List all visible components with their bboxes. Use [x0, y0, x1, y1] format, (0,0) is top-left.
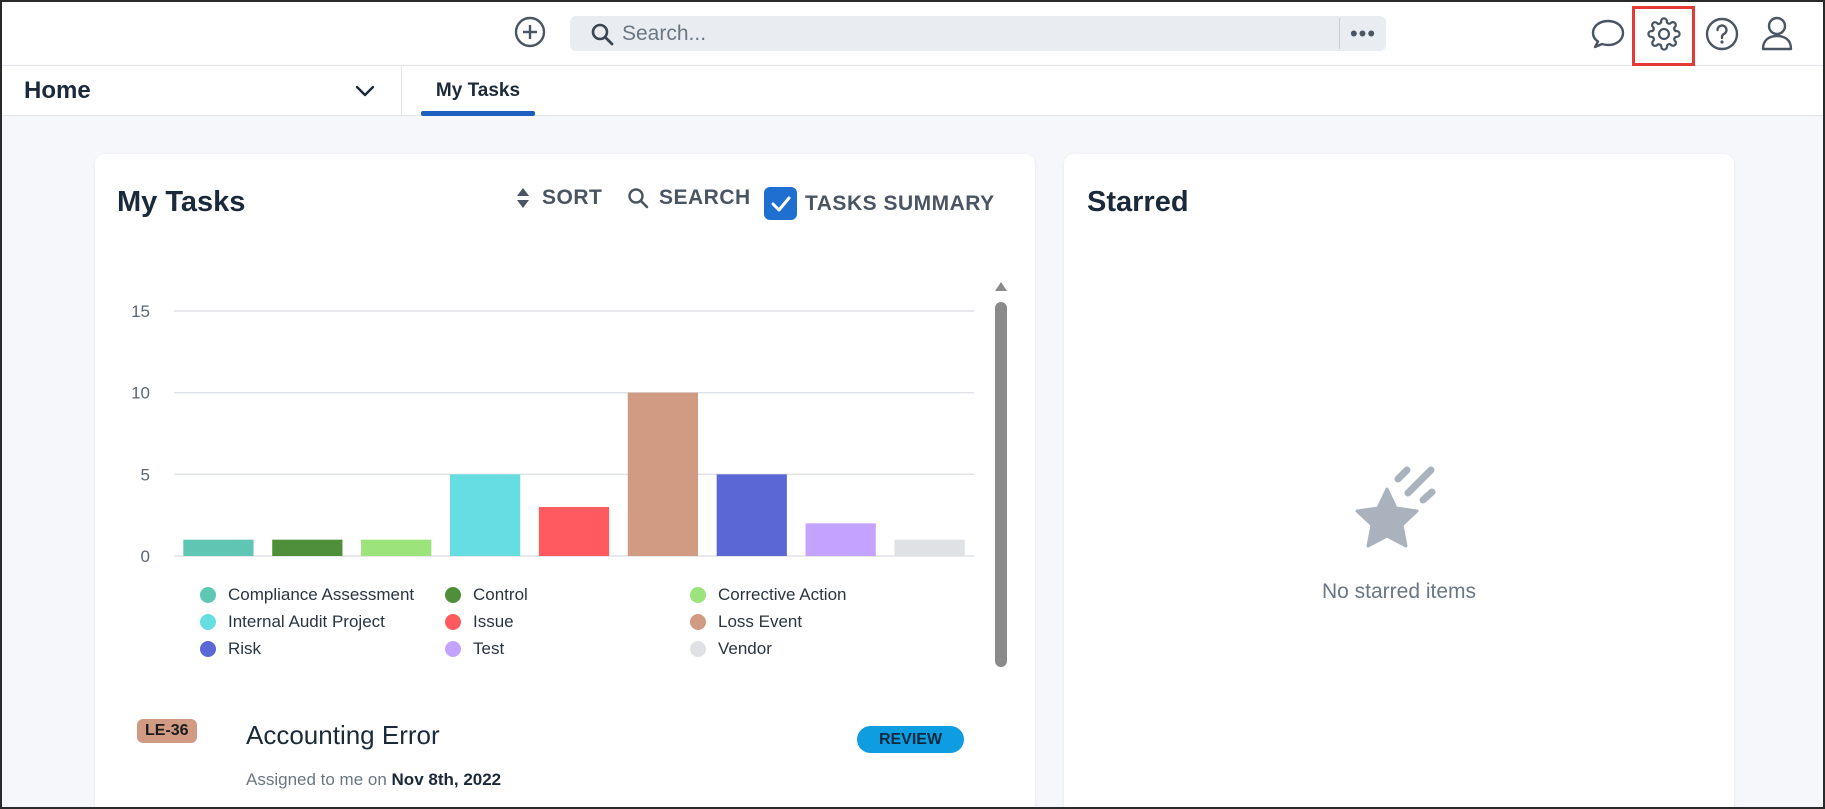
legend-item-risk[interactable]: Risk [200, 639, 261, 659]
search-label: SEARCH [659, 186, 751, 209]
legend-dot [690, 614, 706, 630]
legend-dot [690, 641, 706, 657]
user-avatar-icon[interactable] [1757, 13, 1797, 53]
legend-item-compliance-assessment[interactable]: Compliance Assessment [200, 585, 414, 605]
legend-label: Compliance Assessment [228, 585, 415, 604]
chevron-down-icon [354, 80, 376, 107]
legend-item-corrective-action[interactable]: Corrective Action [690, 585, 847, 605]
workspace-dropdown-label: Home [24, 77, 91, 104]
sort-label: SORT [542, 186, 603, 209]
top-bar: ••• [0, 0, 1825, 66]
shooting-star-icon [1350, 465, 1450, 565]
legend-dot [690, 587, 706, 603]
search-icon [590, 22, 614, 46]
legend-label: Loss Event [718, 612, 803, 631]
starred-title: Starred [1087, 186, 1189, 218]
chat-icon[interactable] [1588, 14, 1628, 54]
task-title[interactable]: Accounting Error [246, 720, 440, 751]
help-icon[interactable] [1702, 14, 1742, 54]
global-search: ••• [570, 16, 1386, 51]
legend-label: Corrective Action [718, 585, 847, 604]
task-id-badge: LE-36 [137, 719, 197, 743]
bar-issue[interactable] [538, 507, 610, 556]
sort-icon [516, 187, 530, 209]
legend-label: Internal Audit Project [228, 612, 385, 631]
bar-internal-audit-project[interactable] [450, 474, 521, 556]
bar-corrective-action[interactable] [361, 539, 432, 556]
legend-item-vendor[interactable]: Vendor [690, 639, 772, 659]
legend-label: Control [473, 585, 528, 604]
scrollbar-thumb[interactable] [995, 302, 1007, 667]
y-tick-label: 0 [141, 547, 150, 566]
bar-compliance-assessment[interactable] [183, 539, 254, 556]
legend-label: Test [473, 639, 505, 658]
assigned-prefix: Assigned to me on [246, 770, 392, 789]
legend-item-issue[interactable]: Issue [445, 612, 514, 632]
search-icon [627, 187, 649, 209]
y-tick-label: 5 [141, 465, 150, 484]
nav-bar: Home My Tasks [0, 66, 1825, 116]
task-search-button[interactable]: SEARCH [627, 186, 751, 210]
legend-item-test[interactable]: Test [445, 639, 504, 659]
legend-dot [445, 614, 461, 630]
scroll-up-arrow[interactable] [995, 282, 1007, 291]
my-tasks-title: My Tasks [117, 186, 246, 218]
tasks-summary-toggle[interactable]: TASKS SUMMARY [764, 187, 995, 220]
legend-dot [445, 587, 461, 603]
tasks-summary-label: TASKS SUMMARY [805, 191, 995, 215]
bar-loss-event[interactable] [627, 392, 698, 556]
bar-test[interactable] [805, 523, 876, 556]
legend-dot [445, 641, 461, 657]
legend-label: Issue [473, 612, 514, 631]
search-more-button[interactable]: ••• [1340, 16, 1386, 51]
tab-my-tasks-label: My Tasks [435, 80, 521, 101]
search-input[interactable] [622, 21, 1342, 46]
bar-vendor[interactable] [894, 539, 965, 556]
task-assigned-text: Assigned to me on Nov 8th, 2022 [246, 770, 501, 790]
active-tab-indicator [421, 111, 535, 116]
starred-empty-text: No starred items [1321, 580, 1477, 603]
legend-item-loss-event[interactable]: Loss Event [690, 612, 802, 632]
tasks-summary-chart: 0 5 10 15 [131, 302, 974, 566]
bar-control[interactable] [272, 539, 343, 556]
add-icon[interactable] [510, 12, 550, 52]
legend-item-control[interactable]: Control [445, 585, 528, 605]
y-tick-label: 10 [131, 384, 150, 403]
checkbox-checked-icon[interactable] [764, 187, 797, 220]
status-badge: REVIEW [857, 726, 964, 753]
sort-button[interactable]: SORT [516, 186, 602, 210]
gear-highlight-frame [1632, 6, 1695, 66]
bar-risk[interactable] [716, 474, 787, 556]
legend-item-internal-audit-project[interactable]: Internal Audit Project [200, 612, 385, 632]
legend-dot [200, 641, 216, 657]
workspace-dropdown[interactable]: Home [2, 66, 402, 116]
legend-label: Vendor [718, 639, 772, 658]
legend-dot [200, 587, 216, 603]
y-tick-label: 15 [131, 302, 150, 321]
legend-dot [200, 614, 216, 630]
tab-my-tasks[interactable]: My Tasks [421, 66, 535, 116]
assigned-date: Nov 8th, 2022 [391, 770, 502, 789]
legend-label: Risk [228, 639, 262, 658]
